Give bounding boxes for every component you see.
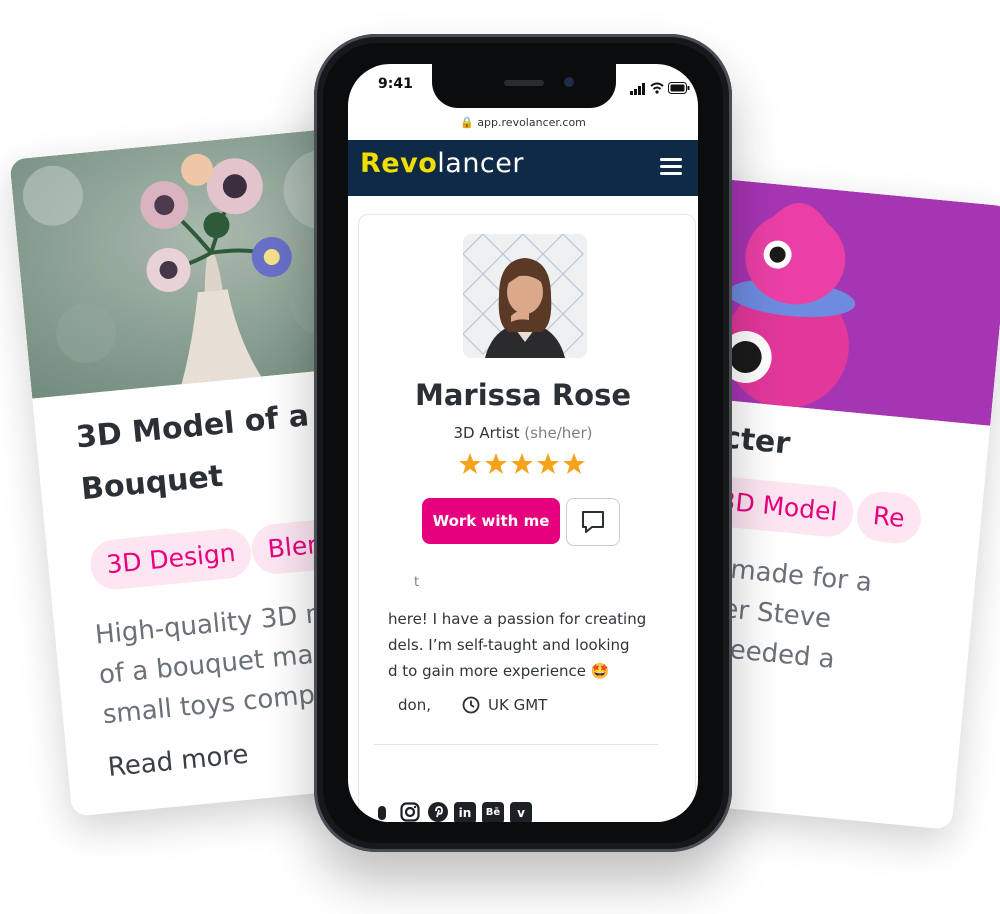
url-bar[interactable]: 🔒 app.revolancer.com xyxy=(348,116,698,129)
vimeo-icon[interactable]: v xyxy=(510,802,532,822)
star-icon xyxy=(511,453,533,474)
phone-frame: 9:41 🔒 app.revolancer.com Revolancer Mar… xyxy=(314,34,732,852)
tag-re[interactable]: Re xyxy=(854,489,923,546)
bio-line3: d to gain more experience 🤩 xyxy=(388,662,610,680)
behance-icon[interactable]: Bē xyxy=(482,802,504,822)
role-text: 3D Artist xyxy=(453,424,520,442)
top-navbar: Revolancer xyxy=(348,140,698,196)
star-icon xyxy=(563,453,585,474)
bio-line2: dels. I’m self-taught and looking xyxy=(388,636,630,654)
pinterest-icon[interactable] xyxy=(428,802,448,822)
phone-notch xyxy=(432,64,616,108)
bio-line1: here! I have a passion for creating xyxy=(388,610,647,628)
location-text: don, xyxy=(398,696,431,714)
star-icon xyxy=(459,453,481,474)
star-rating xyxy=(458,452,588,478)
lock-icon: 🔒 xyxy=(460,116,474,129)
twitter-icon-partial[interactable] xyxy=(378,806,386,820)
status-time: 9:41 xyxy=(378,76,413,92)
star-icon xyxy=(485,453,507,474)
clock-icon xyxy=(462,696,480,714)
profile-role: 3D Artist (she/her) xyxy=(348,424,698,442)
card-title: 3D Model of a Bouquet xyxy=(74,390,316,516)
linkedin-icon[interactable]: in xyxy=(454,802,476,822)
timezone-text: UK GMT xyxy=(488,696,548,714)
divider xyxy=(374,744,658,745)
about-label: t xyxy=(414,575,420,590)
read-more-link[interactable]: Read more xyxy=(107,740,250,783)
profile-name: Marissa Rose xyxy=(414,378,632,412)
battery-icon xyxy=(668,79,690,94)
chat-icon xyxy=(582,511,604,533)
message-button[interactable] xyxy=(566,498,620,546)
logo-bold: Revo xyxy=(360,148,438,179)
avatar[interactable] xyxy=(463,234,587,358)
wifi-icon xyxy=(650,79,664,94)
hamburger-menu-icon[interactable] xyxy=(660,158,682,176)
revolancer-logo[interactable]: Revolancer xyxy=(360,148,524,179)
pronouns-text: (she/her) xyxy=(524,424,593,442)
tag-3d-design[interactable]: 3D Design xyxy=(88,526,254,592)
logo-rest: lancer xyxy=(437,148,524,179)
signal-icon xyxy=(630,80,646,95)
instagram-icon[interactable] xyxy=(400,802,420,822)
url-text: app.revolancer.com xyxy=(477,116,586,129)
phone-screen: 9:41 🔒 app.revolancer.com Revolancer Mar… xyxy=(348,64,698,822)
star-icon xyxy=(537,453,559,474)
work-with-me-button[interactable]: Work with me xyxy=(422,498,560,544)
